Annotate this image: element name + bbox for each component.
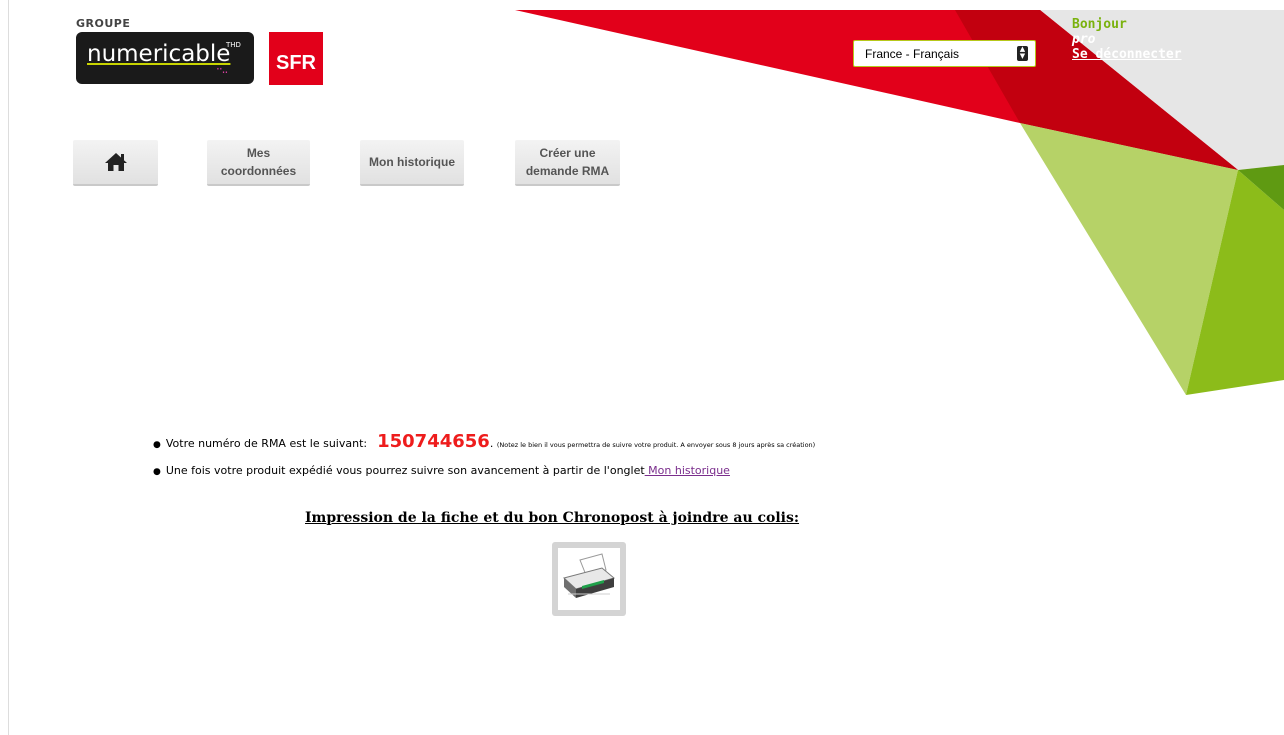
tracking-message: ● Une fois votre produit expédié vous pou… bbox=[153, 464, 730, 477]
logout-link[interactable]: Se déconnecter bbox=[1072, 47, 1182, 62]
nav-creer-rma-button[interactable]: Créer une demande RMA bbox=[515, 140, 620, 186]
language-select-value: France - Français bbox=[865, 47, 960, 61]
user-panel: Bonjour pro Se déconnecter bbox=[1072, 17, 1182, 62]
nav-home-button[interactable] bbox=[73, 140, 158, 186]
logo-groupe-text: GROUPE bbox=[76, 17, 131, 30]
print-button-inner bbox=[558, 548, 620, 610]
nav-coordonnees-button[interactable]: Mes coordonnées bbox=[207, 140, 310, 186]
rma-prefix-text: Votre numéro de RMA est le suivant: bbox=[165, 437, 368, 450]
print-title: Impression de la fiche et du bon Chronop… bbox=[305, 510, 800, 526]
rma-number: 150744656 bbox=[377, 431, 490, 452]
rma-number-period: . bbox=[489, 437, 494, 450]
printer-icon bbox=[562, 553, 616, 598]
rma-number-message: ● Votre numéro de RMA est le suivant: 1507… bbox=[153, 431, 815, 452]
bullet-icon: ● bbox=[153, 467, 161, 477]
nav-historique-button[interactable]: Mon historique bbox=[360, 140, 464, 186]
mon-historique-link[interactable]: Mon historique bbox=[645, 464, 730, 477]
greeting-text: Bonjour bbox=[1072, 17, 1127, 32]
tracking-text: Une fois votre produit expédié vous pour… bbox=[165, 464, 645, 477]
thd-mark: THD bbox=[226, 41, 241, 49]
nav-coordonnees-label-line2: coordonnées bbox=[220, 164, 297, 178]
numericable-logo: numericable THD ··.. bbox=[76, 32, 254, 84]
rma-note: (Notez le bien il vous permettra de suiv… bbox=[496, 441, 816, 449]
decorative-banner bbox=[515, 10, 1284, 395]
nav-coordonnees-label-line1: Mes bbox=[246, 146, 271, 160]
numericable-wordmark: numericable bbox=[87, 41, 231, 67]
bullet-icon: ● bbox=[153, 440, 161, 450]
nav-historique-label: Mon historique bbox=[369, 155, 455, 169]
nav-rma-label-line2: demande RMA bbox=[525, 164, 610, 178]
home-icon bbox=[104, 153, 127, 171]
language-select[interactable]: France - Français ▲ ▼ bbox=[853, 40, 1036, 67]
select-arrows-icon: ▲ ▼ bbox=[1017, 46, 1028, 61]
sfr-logo: SFR bbox=[269, 32, 323, 85]
print-button[interactable] bbox=[552, 542, 626, 616]
user-name: pro bbox=[1072, 32, 1096, 47]
logo-sparkle: ··.. bbox=[216, 62, 228, 76]
nav-rma-label-line1: Créer une bbox=[539, 146, 596, 160]
